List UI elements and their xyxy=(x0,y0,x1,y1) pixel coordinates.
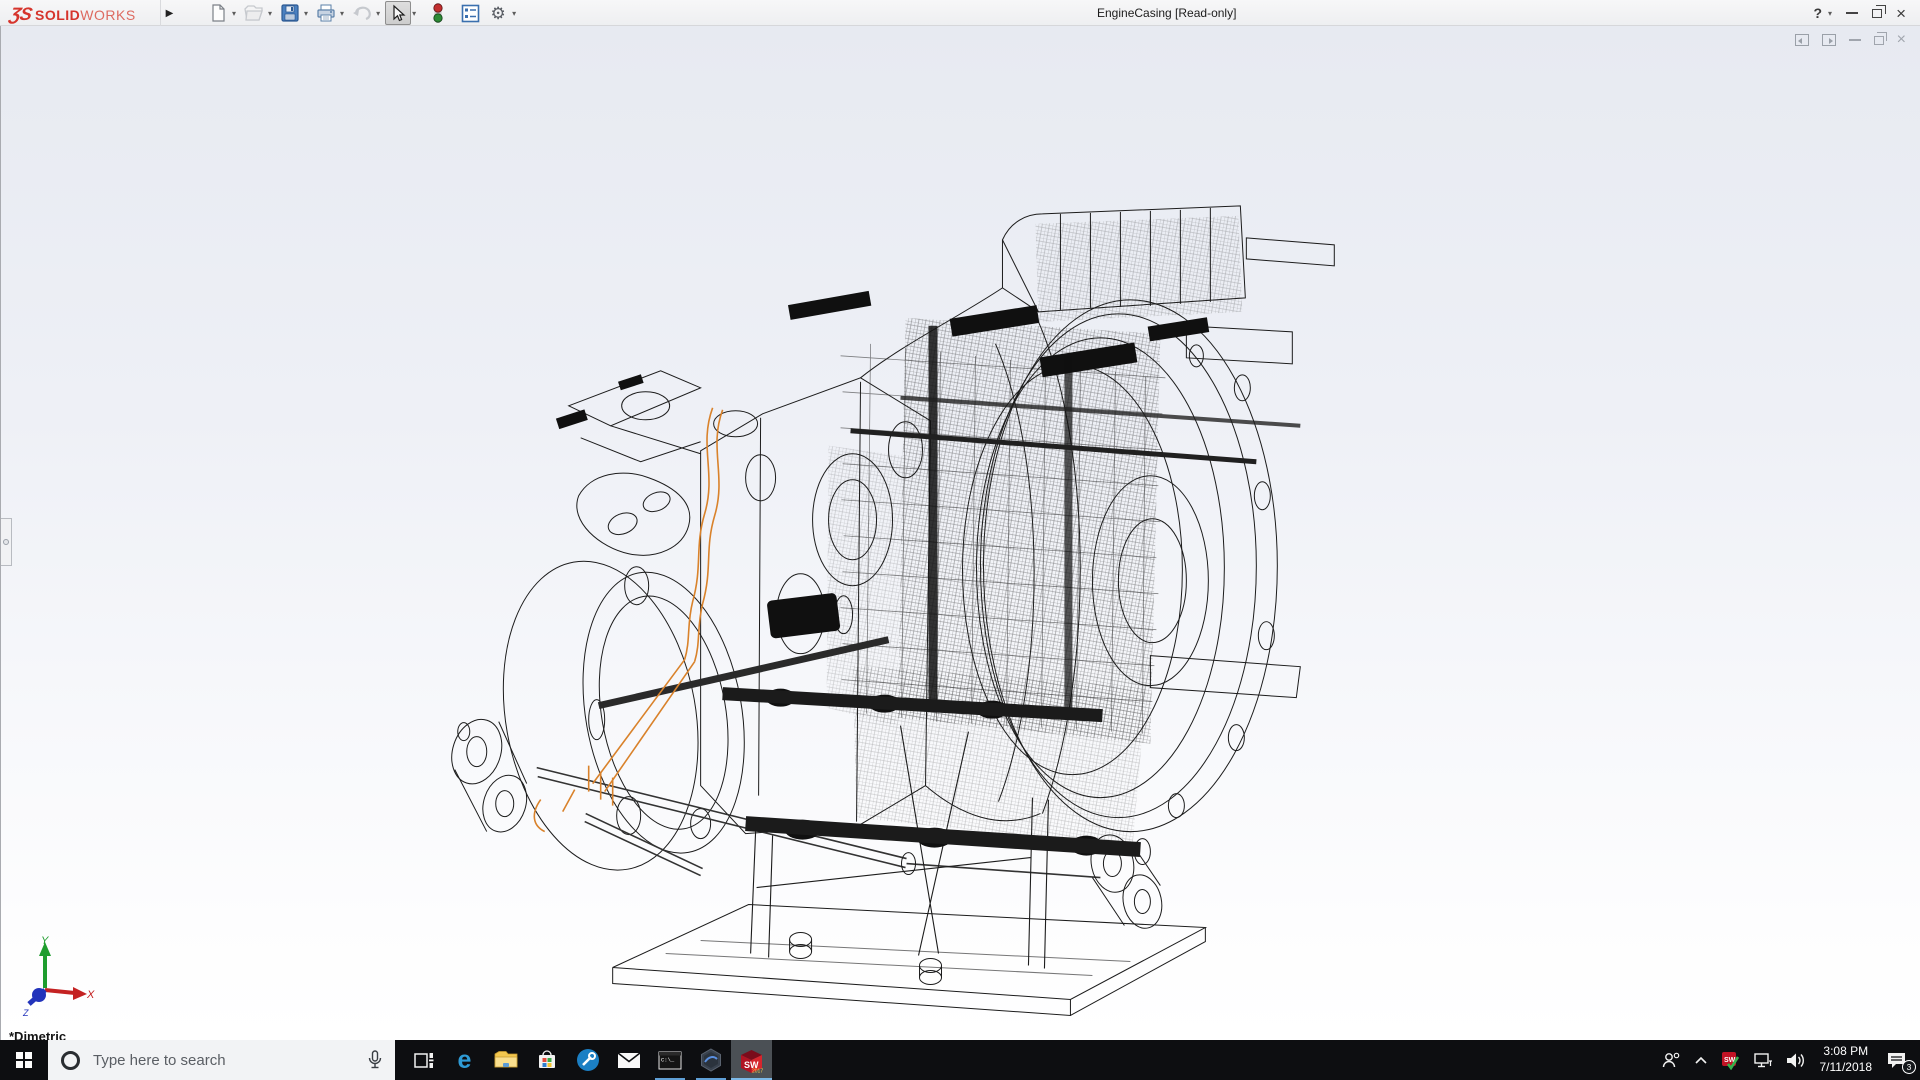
open-folder-icon xyxy=(243,3,265,23)
new-document-button[interactable] xyxy=(205,1,231,25)
wrench-tool-icon xyxy=(576,1048,600,1072)
edge-icon: e xyxy=(458,1048,472,1073)
cortana-icon xyxy=(61,1051,80,1070)
clock-time: 3:08 PM xyxy=(1820,1044,1873,1060)
mail-icon xyxy=(617,1052,641,1069)
solidworks-tray-icon: SW xyxy=(1721,1051,1740,1070)
document-minimize-button[interactable] xyxy=(1849,39,1861,41)
graphics-area[interactable]: × xyxy=(0,26,1920,1040)
people-button[interactable] xyxy=(1658,1051,1684,1069)
close-button[interactable]: × xyxy=(1896,5,1906,22)
document-window-controls: × xyxy=(1795,32,1906,48)
start-button[interactable] xyxy=(0,1040,48,1080)
sw-cube-year: 2017 xyxy=(752,1068,763,1074)
options-button[interactable]: ⚙ xyxy=(485,1,511,25)
solidworks-logo-solid: SOLID xyxy=(35,7,80,23)
people-icon xyxy=(1661,1051,1681,1069)
restore-button[interactable] xyxy=(1872,9,1882,18)
search-input[interactable] xyxy=(93,1052,367,1069)
volume-button[interactable] xyxy=(1783,1052,1809,1069)
select-dropdown-caret[interactable]: ▾ xyxy=(412,9,416,18)
print-button[interactable] xyxy=(313,1,339,25)
undo-dropdown-caret[interactable]: ▾ xyxy=(376,9,380,18)
document-title: EngineCasing [Read-only] xyxy=(1097,6,1236,20)
help-button[interactable]: ? xyxy=(1813,5,1822,21)
document-close-button[interactable]: × xyxy=(1897,32,1906,48)
triad-y-label: Y xyxy=(41,935,49,947)
menu-flyout-arrow[interactable]: ▶ xyxy=(160,0,178,26)
solidworks-logo-mark: ƷS xyxy=(8,4,33,25)
window-controls: ? ▾ × xyxy=(1813,0,1906,26)
edge-button[interactable]: e xyxy=(444,1040,485,1080)
title-bar: ƷS SOLID WORKS ▶ ▾ ▾ xyxy=(0,0,1920,26)
highlighted-edges xyxy=(534,408,722,832)
open-button[interactable] xyxy=(241,1,267,25)
undo-arrow-icon xyxy=(351,4,373,22)
admin-tool-button[interactable] xyxy=(567,1040,608,1080)
mail-button[interactable] xyxy=(608,1040,649,1080)
chevron-up-icon xyxy=(1694,1056,1708,1065)
taskbar-apps: e xyxy=(403,1040,772,1080)
gear-icon: ⚙ xyxy=(490,5,505,22)
system-tray: SW 3:08 PM xyxy=(1658,1040,1920,1080)
properties-list-icon xyxy=(461,4,480,23)
minimize-button[interactable] xyxy=(1846,12,1858,14)
document-restore-button[interactable] xyxy=(1874,36,1884,45)
triad-z-label: Z xyxy=(22,1008,29,1018)
select-cursor-icon xyxy=(389,4,407,23)
task-view-button[interactable] xyxy=(403,1040,444,1080)
store-icon xyxy=(536,1049,558,1071)
network-button[interactable] xyxy=(1750,1052,1776,1069)
file-properties-button[interactable] xyxy=(457,1,483,25)
triad-x-label: X xyxy=(86,989,95,1001)
taskbar-clock[interactable]: 3:08 PM 7/11/2018 xyxy=(1816,1044,1877,1075)
windows-logo-icon xyxy=(16,1052,32,1068)
cmd-prompt-text: C:\_ xyxy=(661,1056,675,1063)
solidworks-logo: ƷS SOLID WORKS xyxy=(10,0,136,26)
solidworks-logo-works: WORKS xyxy=(80,7,135,23)
view-orientation-label: *Dimetric xyxy=(9,1029,66,1040)
undo-button[interactable] xyxy=(349,1,375,25)
task-view-icon xyxy=(414,1052,434,1069)
dev-app-button[interactable] xyxy=(690,1040,731,1080)
open-dropdown-caret[interactable]: ▾ xyxy=(268,9,272,18)
rebuild-button[interactable] xyxy=(425,1,451,25)
speaker-icon xyxy=(1786,1052,1806,1069)
engine-casing-wireframe-model[interactable] xyxy=(1,26,1920,1039)
tray-overflow-chevron[interactable] xyxy=(1691,1056,1711,1065)
save-button[interactable] xyxy=(277,1,303,25)
options-dropdown-caret[interactable]: ▾ xyxy=(512,9,516,18)
help-dropdown-caret[interactable]: ▾ xyxy=(1828,9,1832,18)
new-dropdown-caret[interactable]: ▾ xyxy=(232,9,236,18)
print-dropdown-caret[interactable]: ▾ xyxy=(340,9,344,18)
clock-date: 7/11/2018 xyxy=(1820,1060,1873,1076)
file-explorer-button[interactable] xyxy=(485,1040,526,1080)
print-icon xyxy=(315,3,337,23)
quick-access-toolbar: ▾ ▾ ▾ xyxy=(205,0,521,26)
file-explorer-icon xyxy=(494,1050,518,1070)
previous-document-button[interactable] xyxy=(1795,34,1809,46)
windows-taskbar: e xyxy=(0,1040,1920,1080)
hexagon-app-icon xyxy=(699,1048,723,1072)
solidworks-taskbar-button[interactable]: SW 2017 xyxy=(731,1040,772,1080)
solidworks-window: ƷS SOLID WORKS ▶ ▾ ▾ xyxy=(0,0,1920,1080)
taskbar-search[interactable] xyxy=(48,1040,395,1080)
select-tool-button[interactable] xyxy=(385,1,411,25)
notification-badge: 3 xyxy=(1902,1060,1916,1074)
microphone-icon[interactable] xyxy=(367,1050,383,1070)
new-document-icon xyxy=(208,3,228,23)
solidworks-app-icon: SW 2017 xyxy=(738,1047,765,1074)
command-prompt-button[interactable]: C:\_ xyxy=(649,1040,690,1080)
save-floppy-icon xyxy=(280,3,300,23)
traffic-light-icon xyxy=(432,2,444,24)
network-icon xyxy=(1753,1052,1773,1069)
solidworks-tray-button[interactable]: SW xyxy=(1718,1051,1743,1070)
store-button[interactable] xyxy=(526,1040,567,1080)
next-document-button[interactable] xyxy=(1822,34,1836,46)
command-prompt-icon: C:\_ xyxy=(658,1051,682,1070)
action-center-button[interactable]: 3 xyxy=(1883,1051,1910,1069)
save-dropdown-caret[interactable]: ▾ xyxy=(304,9,308,18)
orientation-triad: Y X Z xyxy=(15,934,95,1018)
